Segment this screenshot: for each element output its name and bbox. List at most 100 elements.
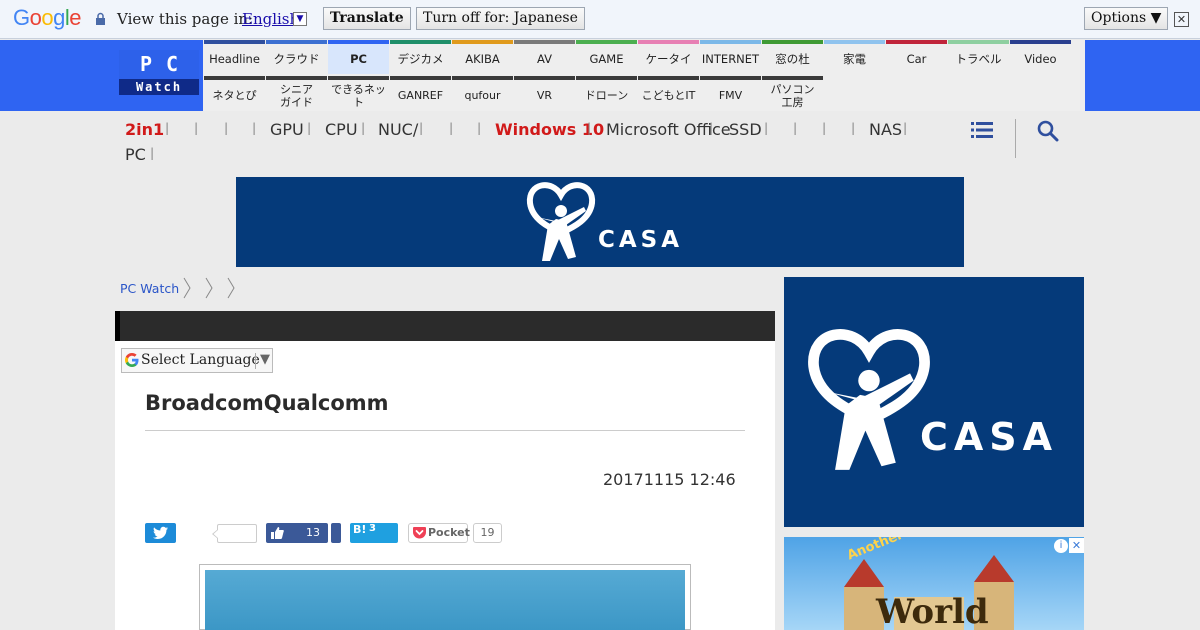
logo-watch-text: Watch: [119, 79, 199, 95]
nav-item-0[interactable]: Headline: [204, 44, 265, 74]
title-divider: [145, 430, 745, 431]
facebook-like-button[interactable]: 13: [266, 523, 328, 543]
subnav-separator: |: [822, 120, 827, 135]
nav-item-10[interactable]: 家電: [824, 44, 885, 74]
subnav-link-0[interactable]: 2in1: [125, 120, 164, 139]
nav-sub-item-8[interactable]: FMV: [700, 80, 761, 111]
nav-item-4[interactable]: AKIBA: [452, 44, 513, 74]
search-icon[interactable]: [1037, 120, 1059, 142]
divider: [1015, 119, 1016, 158]
nav-item-8[interactable]: INTERNET: [700, 44, 761, 74]
turn-off-button[interactable]: Turn off for: Japanese: [416, 7, 585, 30]
hatena-icon: B!: [353, 523, 367, 536]
subnav-separator: |: [224, 120, 229, 135]
divider: [255, 353, 256, 369]
chevron-right-icon: [205, 277, 213, 299]
breadcrumb-home[interactable]: PC Watch: [120, 281, 179, 296]
article-image[interactable]: [205, 570, 685, 630]
subnav-separator: |: [477, 120, 482, 135]
subnav-separator: |: [252, 120, 257, 135]
nav-item-1[interactable]: クラウド: [266, 44, 327, 74]
nav-item-5[interactable]: AV: [514, 44, 575, 74]
nav-item-3[interactable]: デジカメ: [390, 44, 451, 74]
language-link[interactable]: English: [242, 10, 299, 28]
subnav-separator: |: [587, 120, 592, 135]
chevron-down-icon: ▼: [260, 352, 270, 367]
close-icon[interactable]: ✕: [1069, 538, 1084, 553]
google-logo: Google: [13, 5, 82, 30]
select-language-dropdown[interactable]: Select Language ▼: [121, 348, 273, 373]
subnav-separator: |: [419, 120, 424, 135]
pocket-label: Pocket: [428, 526, 470, 539]
subnav-separator: |: [764, 120, 769, 135]
subnav-link-7[interactable]: NAS: [869, 120, 902, 139]
hatena-bookmark-button[interactable]: B! 3: [350, 523, 398, 543]
pocket-count: 19: [473, 523, 502, 543]
translate-button[interactable]: Translate: [323, 7, 411, 30]
section-header-bar: [115, 311, 775, 341]
facebook-count: 13: [306, 526, 320, 539]
nav-sub-item-6[interactable]: ドローン: [576, 80, 637, 111]
subnav-separator: |: [194, 120, 199, 135]
nav-item-9[interactable]: 窓の杜: [762, 44, 823, 74]
article-date: 20171115 12:46: [603, 470, 736, 489]
lock-icon: [96, 12, 105, 25]
subnav-separator: |: [165, 120, 170, 135]
nav-item-2[interactable]: PC: [328, 44, 389, 74]
thumbs-up-icon: [271, 527, 284, 539]
nav-item-13[interactable]: Video: [1010, 44, 1071, 74]
subnav-separator: |: [793, 120, 798, 135]
close-icon[interactable]: ✕: [1174, 12, 1189, 27]
tweet-count-bubble: [212, 524, 257, 543]
facebook-share-button[interactable]: [331, 523, 341, 543]
subnav-link-2[interactable]: CPU: [325, 120, 358, 139]
nav-sub-item-9[interactable]: パソコン 工房: [762, 80, 823, 111]
subnav-link-6[interactable]: SSD: [729, 120, 762, 139]
ad-brand-text: CASA: [598, 227, 684, 253]
nav-sub-item-5[interactable]: VR: [514, 80, 575, 111]
options-button[interactable]: Options ▼: [1084, 7, 1169, 30]
chevron-right-icon: [227, 277, 235, 299]
subnav-link-3[interactable]: NUC/: [378, 120, 418, 139]
translate-bar: Google View this page in: English ▼ Tran…: [0, 0, 1200, 39]
pocket-icon: [413, 527, 426, 539]
view-page-label: View this page in:: [117, 10, 254, 28]
chevron-right-icon: [183, 277, 191, 299]
casa-heart-logo: [808, 329, 930, 470]
nav-item-7[interactable]: ケータイ: [638, 44, 699, 74]
google-g-icon: [125, 353, 139, 367]
nav-item-6[interactable]: GAME: [576, 44, 637, 74]
side-ad-game[interactable]: Another Life Adventure World i ✕: [784, 537, 1084, 630]
chevron-down-icon[interactable]: ▼: [293, 12, 307, 26]
nav-sub-item-1[interactable]: シニア ガイド: [266, 80, 327, 111]
select-language-label: Select Language: [141, 352, 260, 368]
nav-item-12[interactable]: トラベル: [948, 44, 1009, 74]
subnav-separator: |: [903, 120, 908, 135]
nav-sub-item-0[interactable]: ネタとぴ: [204, 80, 265, 111]
info-icon[interactable]: i: [1054, 539, 1068, 553]
subnav-separator: |: [150, 145, 155, 160]
nav-sub-item-4[interactable]: qufour: [452, 80, 513, 111]
casa-heart-logo: [526, 182, 596, 261]
ad-title: World: [876, 592, 989, 630]
nav-sub-item-2[interactable]: できるネット: [328, 80, 389, 111]
subnav-link-8[interactable]: PC: [125, 145, 146, 164]
site-logo[interactable]: PC Watch: [119, 50, 199, 95]
subnav-separator: |: [449, 120, 454, 135]
nav-sub-item-7[interactable]: こどもとIT: [638, 80, 699, 111]
twitter-icon: [153, 526, 168, 539]
logo-pc-text: PC: [139, 52, 193, 76]
subnav-separator: |: [307, 120, 312, 135]
side-ad-banner[interactable]: CASA: [784, 277, 1084, 527]
subnav-separator: |: [851, 120, 856, 135]
pocket-button[interactable]: Pocket: [408, 523, 470, 543]
ad-brand-text: CASA: [920, 415, 1059, 459]
nav-sub-item-3[interactable]: GANREF: [390, 80, 451, 111]
menu-icon[interactable]: [971, 121, 993, 139]
twitter-share-button[interactable]: [145, 523, 176, 543]
article-title: BroadcomQualcomm: [145, 391, 389, 415]
subnav-separator: |: [709, 120, 714, 135]
nav-item-11[interactable]: Car: [886, 44, 947, 74]
subnav-link-1[interactable]: GPU: [270, 120, 304, 139]
top-ad-banner[interactable]: CASA: [236, 177, 964, 267]
